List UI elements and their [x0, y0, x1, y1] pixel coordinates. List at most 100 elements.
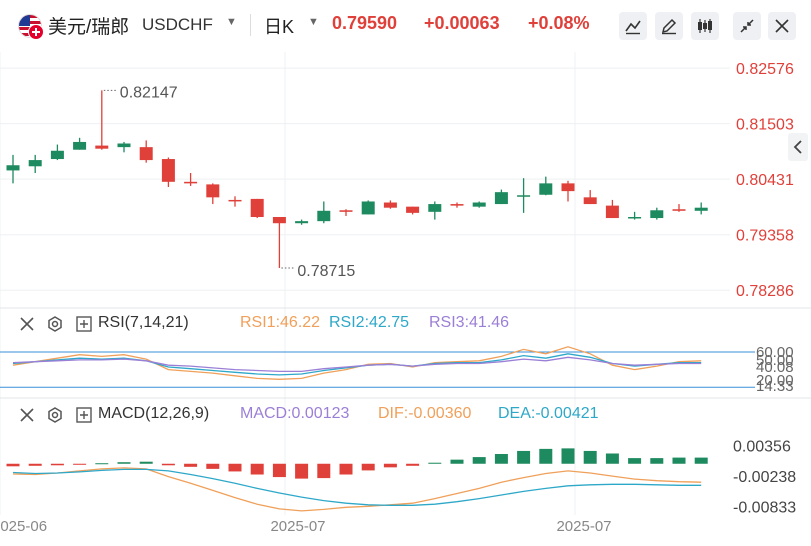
candle-body — [6, 165, 20, 171]
candle-body — [272, 217, 286, 224]
rsi2-value: RSI2:42.75 — [329, 314, 410, 331]
dea-line — [12, 468, 702, 506]
macd-histogram-bar — [383, 463, 397, 468]
remove-indicator-icon[interactable] — [18, 406, 36, 424]
candle-body — [694, 207, 708, 211]
candle-body — [295, 221, 309, 224]
candle-body — [494, 192, 508, 205]
macd-histogram-bar — [650, 458, 664, 464]
macd-histogram-bar — [272, 463, 286, 478]
candle-body — [339, 210, 353, 212]
macd-histogram-bar — [583, 450, 597, 464]
time-tick-label: 2025-06 — [0, 518, 47, 535]
rsi1-value: RSI1:46.22 — [240, 314, 321, 331]
macd-histogram-bar — [494, 454, 508, 464]
macd-histogram-bar — [73, 463, 87, 465]
macd-tick-label: 0.00356 — [733, 439, 791, 456]
rsi3-value: RSI3:41.46 — [429, 314, 510, 331]
candle-body — [672, 209, 686, 211]
candle-body — [95, 145, 109, 149]
macd-histogram-bar — [672, 457, 686, 464]
macd-value: MACD:0.00123 — [240, 405, 350, 422]
candle-body — [539, 183, 553, 195]
high-price-annotation: 0.82147 — [120, 84, 178, 101]
candle-body — [650, 210, 664, 219]
rsi-line-rsi2 — [12, 353, 702, 376]
dea-value: DEA:-0.00421 — [498, 405, 599, 422]
candle-body — [361, 201, 375, 215]
macd-histogram-bar — [295, 463, 309, 479]
macd-histogram-bar — [250, 463, 264, 475]
candle-body — [406, 206, 420, 213]
candle-body — [450, 204, 464, 206]
price-tick-label: 0.80431 — [736, 172, 794, 189]
price-tick-label: 0.82576 — [736, 61, 794, 78]
macd-histogram-bar — [161, 463, 175, 466]
macd-histogram-bar — [472, 457, 486, 464]
low-price-annotation: 0.78715 — [297, 263, 355, 280]
macd-histogram-bar — [539, 448, 553, 464]
candle-body — [139, 147, 153, 161]
remove-indicator-icon[interactable] — [18, 315, 36, 333]
price-tick-label: 0.81503 — [736, 117, 794, 134]
time-axis: 2025-06 2025-07 2025-07 — [0, 518, 612, 535]
macd-histogram-bar — [450, 459, 464, 464]
price-annotations: 0.82147 0.78715 — [103, 84, 355, 280]
price-axis: 0.82576 0.81503 0.80431 0.79358 0.78286 — [736, 61, 794, 300]
candle-body — [184, 181, 198, 184]
macd-histogram-bar — [117, 462, 131, 464]
macd-histogram-bar — [95, 463, 109, 465]
candle-body — [583, 197, 597, 205]
rsi-panel: 60.0050.0040.0820.0014.33 — [0, 344, 794, 395]
macd-histogram-bar — [694, 457, 708, 464]
candle-body — [161, 159, 175, 182]
candle-body — [206, 184, 220, 198]
price-tick-label: 0.78286 — [736, 283, 794, 300]
dif-value: DIF:-0.00360 — [378, 405, 472, 422]
macd-indicator-name[interactable]: MACD(12,26,9) — [98, 405, 209, 423]
grid-lines — [0, 52, 811, 515]
candle-body — [50, 150, 64, 160]
macd-panel: 0.00356 -0.00238 -0.00833 — [6, 439, 796, 516]
macd-tick-label: -0.00833 — [733, 499, 796, 516]
candle-body — [228, 199, 242, 202]
candle-body — [250, 198, 264, 218]
settings-icon[interactable] — [46, 406, 64, 424]
candle-body — [561, 183, 575, 192]
macd-histogram-bar — [6, 463, 20, 467]
macd-histogram-bar — [228, 463, 242, 472]
candle-body — [517, 195, 531, 197]
candle-body — [428, 204, 442, 212]
macd-histogram-bar — [361, 463, 375, 471]
price-tick-label: 0.79358 — [736, 228, 794, 245]
expand-indicator-icon[interactable] — [76, 316, 92, 332]
chart-canvas[interactable]: 0.82576 0.81503 0.80431 0.79358 0.78286 0.82… — [0, 0, 811, 546]
macd-histogram-bar — [339, 463, 353, 475]
macd-histogram-bar — [184, 463, 198, 467]
candle-body — [605, 205, 619, 219]
macd-histogram-bar — [317, 463, 331, 479]
macd-histogram-bar — [517, 450, 531, 464]
candle-body — [383, 202, 397, 208]
rsi-tick-label: 14.33 — [756, 378, 794, 395]
candle-body — [117, 143, 131, 148]
macd-histogram-bar — [561, 448, 575, 464]
candle-body — [628, 217, 642, 219]
macd-histogram-bar — [605, 453, 619, 464]
macd-histogram-bar — [628, 458, 642, 464]
macd-histogram-bar — [428, 462, 442, 464]
time-tick-label: 2025-07 — [556, 518, 611, 535]
candle-body — [73, 141, 87, 150]
macd-histogram-bar — [139, 461, 153, 464]
macd-histogram-bar — [50, 463, 64, 466]
rsi-indicator-name[interactable]: RSI(7,14,21) — [98, 314, 189, 332]
settings-icon[interactable] — [46, 315, 64, 333]
time-tick-label: 2025-07 — [270, 518, 325, 535]
candle-body — [28, 160, 42, 167]
macd-histogram-bar — [406, 463, 420, 466]
candle-body — [472, 202, 486, 207]
macd-tick-label: -0.00238 — [733, 469, 796, 486]
expand-indicator-icon[interactable] — [76, 407, 92, 423]
candle-body — [317, 210, 331, 222]
macd-histogram-bar — [28, 463, 42, 466]
